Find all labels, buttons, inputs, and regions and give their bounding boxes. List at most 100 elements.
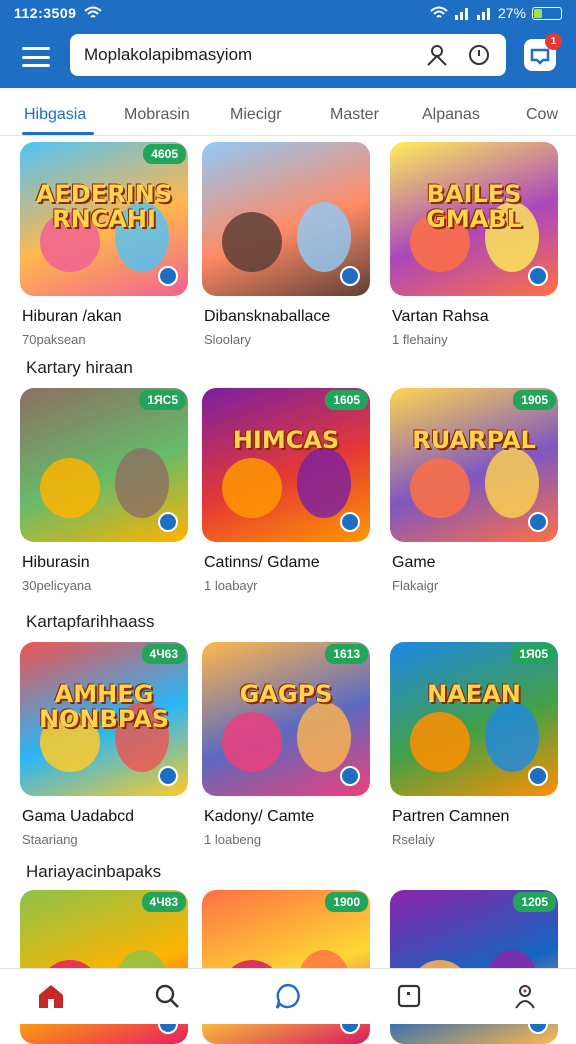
rating-badge: 1900 [325, 892, 368, 912]
game-card[interactable]: AEDERINS RNCAHI 4605 Hiburan /akan 70paksea… [20, 142, 188, 347]
character-art [410, 458, 470, 518]
rating-badge: 1Я05 [511, 644, 556, 664]
game-thumbnail[interactable] [202, 142, 370, 296]
game-card[interactable]: AMHEG NONBPAS 4Ч63 Gama Uadabcd Staariang [20, 642, 188, 847]
user-icon[interactable] [424, 42, 450, 68]
game-card[interactable]: HIMCAS 1605 Catinns/ Gdame 1 loabayr [202, 388, 370, 593]
game-title: Gama Uadabcd [22, 808, 135, 825]
game-subtitle: 1 loabeng [204, 832, 262, 847]
game-thumbnail[interactable]: BAILES GMABL [390, 142, 558, 296]
game-subtitle: Staariang [22, 832, 78, 847]
rating-badge: 1905 [513, 390, 556, 410]
tab-cow[interactable]: Cow [526, 106, 558, 124]
rating-badge: 4Ч63 [141, 644, 186, 664]
game-logo: NAEAN [427, 680, 521, 708]
play-icon[interactable] [340, 512, 360, 532]
game-thumbnail[interactable]: NAEAN 1Я05 [390, 642, 558, 796]
game-subtitle: 1 flehainy [392, 332, 448, 347]
tab-indicator [22, 132, 94, 135]
rating-badge: 4Ч83 [141, 892, 186, 912]
play-icon[interactable] [340, 766, 360, 786]
game-thumbnail[interactable]: RUARPAL 1905 [390, 388, 558, 542]
game-thumbnail[interactable]: AEDERINS RNCAHI 4605 [20, 142, 188, 296]
status-bar: 112:3509 27% [0, 0, 576, 26]
game-title: Kadony/ Camte [204, 808, 315, 825]
search-bar[interactable]: Moplakolapibmasyiom [70, 34, 506, 76]
battery-icon [532, 6, 562, 20]
play-icon[interactable] [158, 266, 178, 286]
tab-mobrasin[interactable]: Mobrasin [124, 106, 190, 124]
game-title: Dibansknaballace [204, 308, 331, 325]
chat-icon[interactable] [273, 981, 303, 1011]
character-art [410, 712, 470, 772]
game-subtitle: Rselaiy [392, 832, 435, 847]
clock-icon[interactable] [466, 42, 492, 68]
game-card[interactable]: Dibansknaballace Sloolary [202, 142, 370, 347]
game-logo: HIMCAS [232, 426, 340, 454]
signal-icon [476, 8, 490, 20]
rating-badge: 1605 [325, 390, 368, 410]
play-icon[interactable] [528, 766, 548, 786]
game-card[interactable]: NAEAN 1Я05 Partren Camnen Rselaiy [390, 642, 558, 847]
game-thumbnail[interactable]: 1ЯС5 [20, 388, 188, 542]
game-title: Game [392, 554, 436, 571]
rating-badge: 1205 [513, 892, 556, 912]
game-subtitle: 30pelicyana [22, 578, 92, 593]
tab-alpanas[interactable]: Alpanas [422, 106, 480, 124]
tab-miecigr[interactable]: Miecigr [230, 106, 282, 124]
game-card[interactable]: RUARPAL 1905 Game Flakaigr [390, 388, 558, 593]
game-subtitle: Flakaigr [392, 578, 439, 593]
character-art [485, 448, 539, 518]
notification-icon[interactable]: 1 [524, 33, 562, 71]
character-art [297, 202, 351, 272]
wifi-icon [84, 6, 103, 18]
rating-badge: 1ЯС5 [139, 390, 186, 410]
play-icon[interactable] [158, 766, 178, 786]
character-art [115, 448, 169, 518]
rating-badge: 1613 [325, 644, 368, 664]
square-icon[interactable] [394, 981, 424, 1011]
play-icon[interactable] [340, 266, 360, 286]
game-logo: AMHEG NONBPAS [38, 680, 170, 734]
signal-icon [454, 8, 468, 20]
character-art [222, 712, 282, 772]
character-art [485, 702, 539, 772]
game-logo: GAGPS [239, 680, 333, 708]
section-title: Hariayacinbapaks [26, 862, 162, 881]
game-title: Catinns/ Gdame [204, 554, 320, 571]
menu-icon[interactable] [22, 47, 50, 67]
game-card[interactable]: GAGPS 1613 Kadony/ Camte 1 loabeng [202, 642, 370, 847]
game-thumbnail[interactable]: HIMCAS 1605 [202, 388, 370, 542]
character-art [222, 212, 282, 272]
section-title: Kartapfarihhaass [26, 612, 155, 631]
game-title: Partren Camnen [392, 808, 510, 825]
search-icon[interactable] [152, 981, 182, 1011]
play-icon[interactable] [528, 512, 548, 532]
wifi-icon [430, 6, 448, 18]
notification-badge: 1 [545, 33, 562, 50]
battery-percent: 27% [497, 5, 526, 21]
bottom-nav [0, 968, 576, 1024]
profile-icon[interactable] [510, 981, 540, 1011]
game-card[interactable]: 1ЯС5 Hiburasin 30pelicyana [20, 388, 188, 593]
play-icon[interactable] [528, 266, 548, 286]
character-art [297, 448, 351, 518]
game-title: Hiburan /akan [22, 308, 122, 325]
game-thumbnail[interactable]: AMHEG NONBPAS 4Ч63 [20, 642, 188, 796]
search-input[interactable]: Moplakolapibmasyiom [84, 45, 408, 65]
game-logo: BAILES GMABL [426, 180, 522, 234]
tab-master[interactable]: Master [330, 106, 379, 124]
status-time: 112:3509 [14, 5, 77, 21]
home-icon[interactable] [36, 981, 66, 1011]
game-card[interactable]: BAILES GMABL Vartan Rahsa 1 flehainy [390, 142, 558, 347]
rating-badge: 4605 [143, 144, 186, 164]
game-subtitle: 70paksean [22, 332, 86, 347]
character-art [222, 458, 282, 518]
game-subtitle: Sloolary [204, 332, 251, 347]
game-thumbnail[interactable]: GAGPS 1613 [202, 642, 370, 796]
play-icon[interactable] [158, 512, 178, 532]
section-title: Kartary hiraan [26, 358, 133, 377]
game-title: Vartan Rahsa [392, 308, 489, 325]
category-tabs: Hibgasia Mobrasin Miecigr Master Alpanas… [0, 96, 576, 136]
tab-hibgasia[interactable]: Hibgasia [24, 106, 86, 124]
